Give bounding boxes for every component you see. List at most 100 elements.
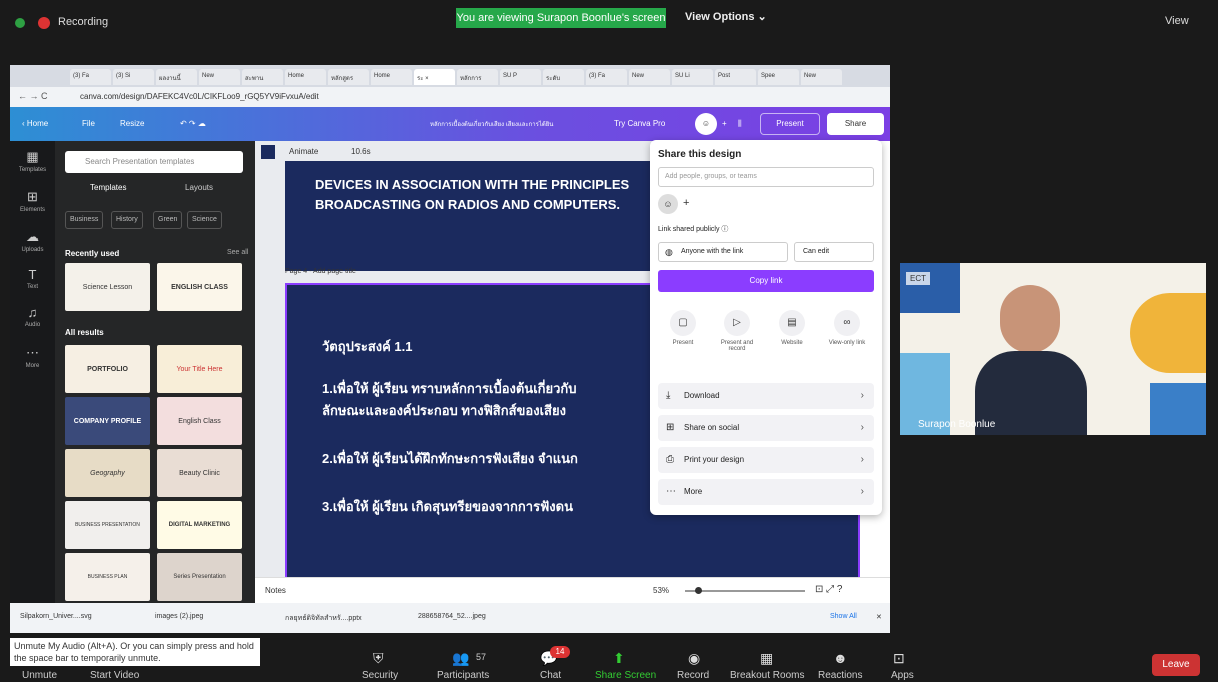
view-only-link-option[interactable]: ∞ View-only link xyxy=(822,310,872,346)
animate-button[interactable]: Animate xyxy=(289,147,318,156)
browser-tab[interactable]: หลักการ xyxy=(457,69,498,85)
recording-icon[interactable] xyxy=(38,17,50,29)
browser-tab[interactable]: สะพาน xyxy=(242,69,283,85)
browser-tab[interactable]: (3) Si xyxy=(113,69,154,85)
rail-item-templates[interactable]: ▦ Templates xyxy=(10,149,55,173)
zoom-slider[interactable] xyxy=(685,590,805,592)
reactions-icon[interactable]: ☻ xyxy=(833,650,848,666)
browser-tab[interactable]: ผลงานนี้ xyxy=(156,69,197,85)
url-text[interactable]: canva.com/design/DAFEKC4Vc0L/CIKFLoo9_rG… xyxy=(80,92,319,101)
stats-icon[interactable]: ⫼ xyxy=(738,119,742,129)
chip-history[interactable]: History xyxy=(111,211,143,229)
template-thumb[interactable]: PORTFOLIO xyxy=(65,345,150,393)
browser-tab[interactable]: (3) Fa xyxy=(586,69,627,85)
share-social-row[interactable]: ⊞ Share on social › xyxy=(658,415,874,441)
rail-item-uploads[interactable]: ☁ Uploads xyxy=(10,229,55,253)
download-item[interactable]: images (2).jpeg xyxy=(155,613,203,620)
template-thumb[interactable]: ENGLISH CLASS xyxy=(157,263,242,311)
rail-item-elements[interactable]: ⊞ Elements xyxy=(10,189,55,213)
browser-tab[interactable]: Home xyxy=(285,69,326,85)
tab-layouts[interactable]: Layouts xyxy=(185,183,213,192)
copy-link-button[interactable]: Copy link xyxy=(658,270,874,292)
browser-tab[interactable]: Post xyxy=(715,69,756,85)
tab-templates[interactable]: Templates xyxy=(90,183,126,192)
add-people-input[interactable]: Add people, groups, or teams xyxy=(658,167,874,187)
template-thumb[interactable]: COMPANY PROFILE xyxy=(65,397,150,445)
website-option[interactable]: ▤ Website xyxy=(767,310,817,346)
browser-tab[interactable]: New xyxy=(629,69,670,85)
color-swatch[interactable] xyxy=(261,145,275,159)
template-search-input[interactable]: Search Presentation templates xyxy=(65,151,243,173)
browser-tab[interactable]: SU Li xyxy=(672,69,713,85)
more-row[interactable]: ⋯ More › xyxy=(658,479,874,505)
fullscreen-icon[interactable]: ⊡ ⤢ ? xyxy=(815,584,843,595)
print-row[interactable]: ⎙ Print your design › xyxy=(658,447,874,473)
speaker-video[interactable] xyxy=(900,263,1206,435)
template-thumb[interactable]: BUSINESS PLAN xyxy=(65,553,150,601)
leave-button[interactable]: Leave xyxy=(1152,654,1200,676)
download-item[interactable]: กลยุทธ์ดิจิทัลสำหรั....pptx xyxy=(285,613,362,624)
share-screen-button[interactable]: Share Screen xyxy=(595,670,656,681)
template-thumb[interactable]: BUSINESS PRESENTATION xyxy=(65,501,150,549)
rail-item-more[interactable]: ⋯ More xyxy=(10,345,55,369)
template-thumb[interactable]: Your Title Here xyxy=(157,345,242,393)
browser-tab[interactable]: หลักสูตร xyxy=(328,69,369,85)
show-all-link[interactable]: Show All xyxy=(830,613,857,620)
add-person-icon[interactable]: + xyxy=(683,197,689,209)
browser-tab[interactable]: New xyxy=(199,69,240,85)
document-title[interactable]: หลักการเบื้องต้นเกี่ยวกับเสียง เสียงและก… xyxy=(430,119,553,129)
record-button[interactable]: Record xyxy=(677,670,709,681)
participants-icon[interactable]: 👥 xyxy=(452,650,469,667)
apps-icon[interactable]: ⊡ xyxy=(893,650,905,667)
undo-redo-icon[interactable]: ↶ ↷ ☁ xyxy=(180,119,206,128)
notes-button[interactable]: Notes xyxy=(265,586,286,595)
browser-tab[interactable]: ระ × xyxy=(414,69,455,85)
unmute-button[interactable]: Unmute xyxy=(22,670,57,681)
close-icon[interactable]: ✕ xyxy=(876,613,882,621)
slide-3[interactable]: DEVICES IN ASSOCIATION WITH THE PRINCIPL… xyxy=(285,161,655,271)
rail-item-audio[interactable]: ♫ Audio xyxy=(10,305,55,328)
chip-green[interactable]: Green xyxy=(153,211,183,229)
present-option[interactable]: ▢ Present xyxy=(658,310,708,346)
see-all-link[interactable]: See all xyxy=(227,249,248,256)
browser-tab[interactable]: (3) Fa xyxy=(70,69,111,85)
share-button[interactable]: Share xyxy=(827,113,884,135)
file-menu[interactable]: File xyxy=(82,119,95,128)
rail-item-text[interactable]: T Text xyxy=(10,267,55,290)
permission-select[interactable]: Can edit xyxy=(794,242,874,262)
browser-tab[interactable]: SU P xyxy=(500,69,541,85)
resize-button[interactable]: Resize xyxy=(120,119,144,128)
browser-tab[interactable]: ระดับ xyxy=(543,69,584,85)
download-row[interactable]: ⤓ Download › xyxy=(658,383,874,409)
present-record-option[interactable]: ▷ Present and record xyxy=(712,310,762,352)
browser-tab[interactable]: Spee xyxy=(758,69,799,85)
nav-arrows-icon[interactable]: ← → C xyxy=(18,91,48,101)
view-options-button[interactable]: View Options ⌄ xyxy=(685,10,767,23)
security-button[interactable]: Security xyxy=(362,670,398,681)
link-access-select[interactable]: ◍ Anyone with the link xyxy=(658,242,788,262)
chip-science[interactable]: Science xyxy=(187,211,222,229)
home-button[interactable]: ‹ Home xyxy=(22,119,48,128)
try-pro-button[interactable]: Try Canva Pro xyxy=(614,119,665,128)
shield-icon[interactable] xyxy=(15,18,25,28)
breakout-rooms-button[interactable]: Breakout Rooms xyxy=(730,670,804,681)
present-button[interactable]: Present xyxy=(760,113,820,135)
download-item[interactable]: 288658764_52....jpeg xyxy=(418,613,486,620)
view-button[interactable]: View xyxy=(1165,15,1189,27)
browser-tab[interactable]: New xyxy=(801,69,842,85)
template-thumb[interactable]: Science Lesson xyxy=(65,263,150,311)
participants-button[interactable]: Participants xyxy=(437,670,489,681)
chip-business[interactable]: Business xyxy=(65,211,104,229)
zoom-slider-handle[interactable] xyxy=(695,587,702,594)
record-icon[interactable]: ◉ xyxy=(688,650,700,667)
template-thumb[interactable]: English Class xyxy=(157,397,242,445)
start-video-button[interactable]: Start Video xyxy=(90,670,139,681)
download-item[interactable]: Silpakorn_Univer....svg xyxy=(20,613,92,620)
template-thumb[interactable]: DIGITAL MARKETING xyxy=(157,501,242,549)
browser-tab[interactable]: Home xyxy=(371,69,412,85)
template-thumb[interactable]: Series Presentation xyxy=(157,553,242,601)
avatar[interactable]: ☺ xyxy=(695,113,717,135)
share-screen-icon[interactable]: ⬆ xyxy=(613,650,625,667)
template-thumb[interactable]: Geography xyxy=(65,449,150,497)
page-4-title[interactable]: Page 4 - Add page title xyxy=(285,268,356,275)
